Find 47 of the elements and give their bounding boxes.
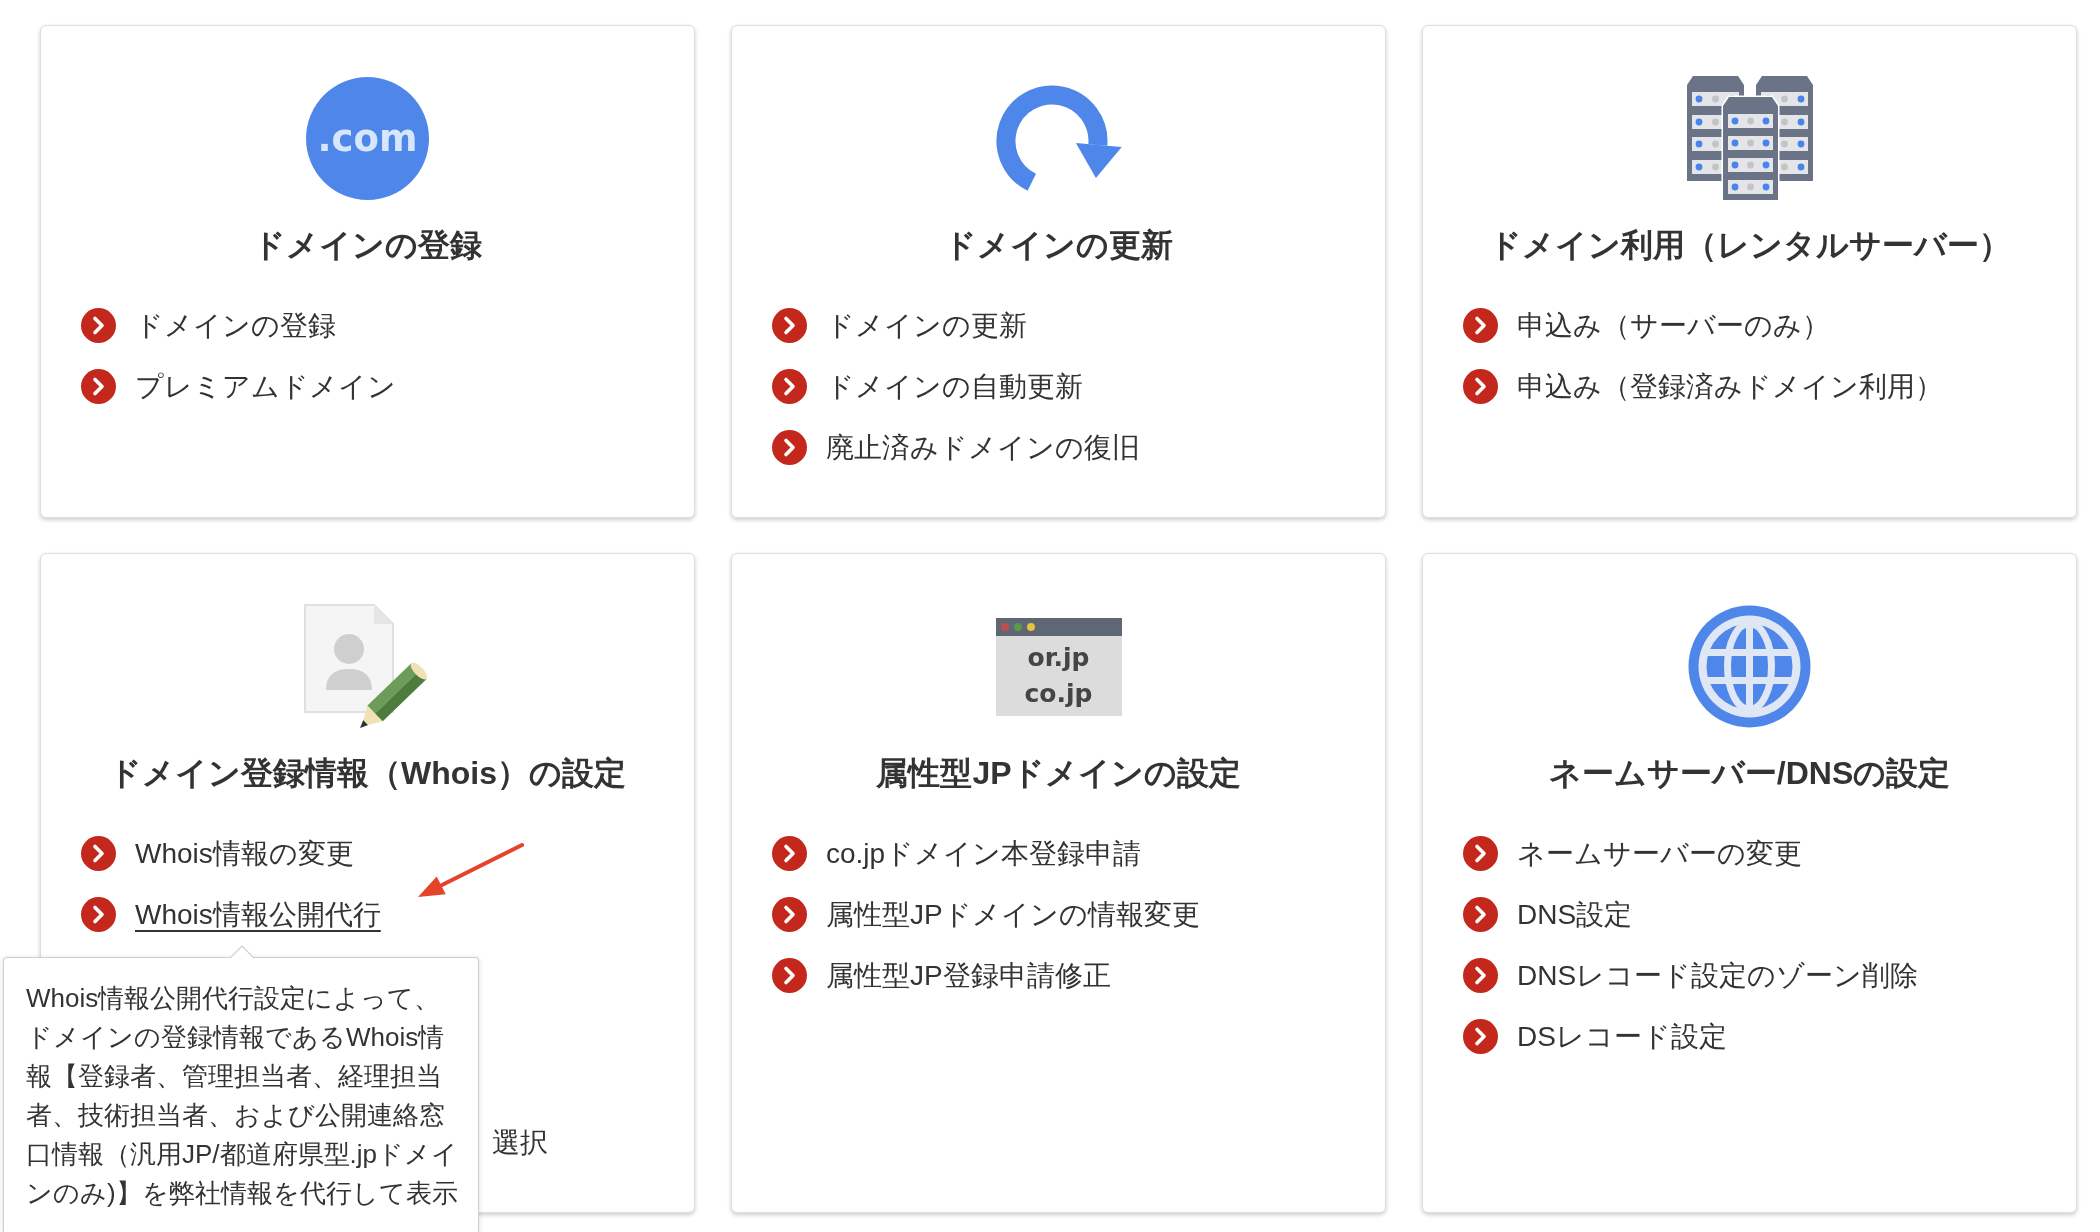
chevron-circle-icon <box>81 897 116 932</box>
globe-icon <box>1688 605 1811 728</box>
menu-link[interactable]: プレミアムドメイン <box>81 369 396 404</box>
chevron-circle-icon <box>1463 1019 1498 1054</box>
server-towers-icon <box>1686 75 1813 202</box>
chevron-circle-icon <box>81 836 116 871</box>
chevron-circle-icon <box>772 430 807 465</box>
menu-link[interactable]: Whois情報の変更 <box>81 836 354 871</box>
menu-link[interactable]: ドメインの更新 <box>772 308 1027 343</box>
card-title: ドメインの更新 <box>944 226 1173 265</box>
icon-label: or.jp <box>1027 641 1090 674</box>
menu-link[interactable]: 選択 <box>492 1125 548 1160</box>
chevron-circle-icon <box>772 897 807 932</box>
card-title: ドメイン利用（レンタルサーバー） <box>1488 226 2011 265</box>
card-title: ドメイン登録情報（Whois）の設定 <box>109 754 626 793</box>
menu-link[interactable]: ドメインの登録 <box>81 308 336 343</box>
icon-label: co.jp <box>1024 677 1093 710</box>
chevron-circle-icon <box>81 308 116 343</box>
chevron-circle-icon <box>81 369 116 404</box>
chevron-circle-icon <box>772 308 807 343</box>
chevron-circle-icon <box>1463 897 1498 932</box>
menu-link[interactable]: ドメインの自動更新 <box>772 369 1083 404</box>
chevron-circle-icon <box>1463 836 1498 871</box>
menu-link[interactable]: 申込み（登録済みドメイン利用） <box>1463 369 1943 404</box>
chevron-circle-icon <box>1463 308 1498 343</box>
card-title: ネームサーバー/DNSの設定 <box>1548 754 1951 793</box>
menu-link[interactable]: DNSレコード設定のゾーン削除 <box>1463 958 1919 993</box>
tooltip-text: ドメインの登録情報であるWhois情報【登録者、管理担当者、経理担当者、技術担当者、および公開連絡窓口情報（汎用JP/都道府県型.jpドメインのみ)】を弊社情報を代行して表示 <box>26 1021 460 1210</box>
chevron-circle-icon <box>772 958 807 993</box>
card-title: 属性型JPドメインの設定 <box>876 754 1241 793</box>
menu-link[interactable]: 属性型JP登録申請修正 <box>772 958 1111 993</box>
menu-link[interactable]: DSレコード設定 <box>1463 1019 1727 1054</box>
menu-link[interactable]: 廃止済みドメインの復旧 <box>772 430 1140 465</box>
chevron-circle-icon <box>1463 958 1498 993</box>
menu-link[interactable]: ネームサーバーの変更 <box>1463 836 1802 871</box>
icon-label: .com <box>317 116 418 161</box>
tooltip-text: Whois情報公開代行設定によって、 <box>26 982 442 1015</box>
menu-link[interactable]: 属性型JPドメインの情報変更 <box>772 897 1200 932</box>
chevron-circle-icon <box>1463 369 1498 404</box>
menu-link[interactable]: DNS設定 <box>1463 897 1633 932</box>
menu-link[interactable]: co.jpドメイン本登録申請 <box>772 836 1142 871</box>
card-title: ドメインの登録 <box>253 226 482 265</box>
chevron-circle-icon <box>772 369 807 404</box>
window-bar-icon <box>995 617 1122 636</box>
chevron-circle-icon <box>772 836 807 871</box>
menu-link[interactable]: 申込み（サーバーのみ） <box>1463 308 1830 343</box>
menu-link[interactable]: Whois情報公開代行 <box>81 897 381 932</box>
